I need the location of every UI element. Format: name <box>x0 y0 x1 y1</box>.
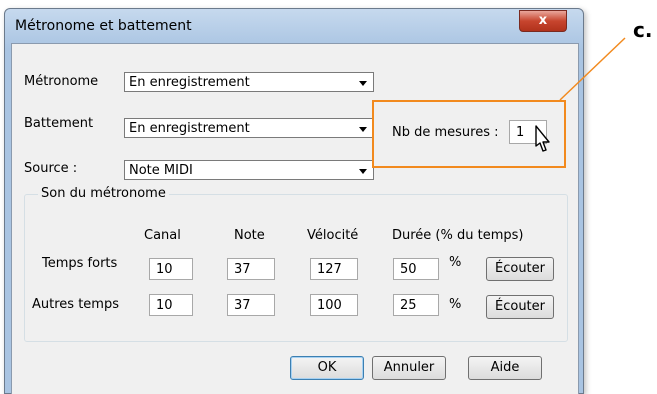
pointer-cursor-icon <box>535 125 550 152</box>
callout-label: c. <box>633 18 653 42</box>
callout-line <box>559 37 626 101</box>
